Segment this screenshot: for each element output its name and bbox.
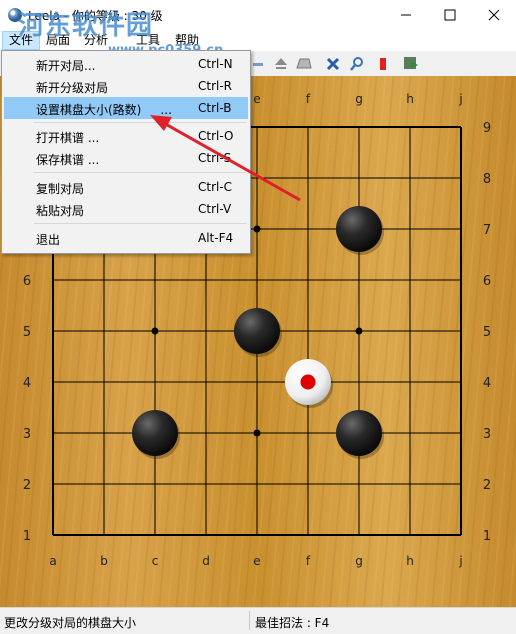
- row-label: 1: [483, 529, 491, 544]
- row-label: 3: [483, 427, 491, 442]
- column-label: f: [306, 554, 311, 568]
- menu-item-label: 保存棋谱 ...: [36, 153, 100, 167]
- menu-item-copy-game[interactable]: 复制对局 Ctrl-C: [4, 176, 248, 198]
- watermark: 河东软件园 www.pc0359.cn: [18, 5, 223, 58]
- minus-icon: [253, 62, 263, 66]
- row-label: 4: [483, 376, 491, 391]
- menu-item-shortcut: Ctrl-S: [198, 151, 232, 165]
- magnifier-icon: [350, 56, 363, 71]
- close-icon: [488, 9, 500, 21]
- star-point: [355, 327, 363, 335]
- maximize-button[interactable]: [428, 0, 472, 30]
- row-label: 4: [23, 376, 31, 391]
- column-label: e: [253, 92, 260, 106]
- row-label: 9: [483, 121, 491, 136]
- minus-button[interactable]: [248, 54, 268, 73]
- status-message: 更改分级对局的棋盘大小: [4, 616, 137, 630]
- menu-item-shortcut: Ctrl-V: [198, 202, 232, 216]
- eject-button[interactable]: [271, 54, 291, 73]
- menu-separator: [34, 223, 246, 224]
- star-point: [151, 327, 159, 335]
- menu-item-label: 打开棋谱 ...: [36, 131, 100, 145]
- row-label: 6: [483, 274, 491, 289]
- menu-item-label: 退出: [36, 233, 61, 247]
- menu-item-label: 新开对局...: [36, 59, 96, 73]
- eject-icon: [275, 57, 287, 69]
- row-label: 1: [23, 529, 31, 544]
- row-label: 8: [483, 172, 491, 187]
- menu-item-label: 粘贴对局: [36, 204, 85, 218]
- column-label: a: [49, 554, 56, 568]
- minimize-icon: [401, 14, 411, 16]
- last-move-marker: [300, 374, 316, 390]
- menu-item-label: 新开分级对局: [36, 81, 109, 95]
- column-label: g: [355, 92, 363, 106]
- eraser-icon: [296, 58, 312, 68]
- bookmark-icon: [380, 57, 386, 70]
- menu-item-shortcut: Ctrl-O: [198, 129, 234, 143]
- menu-item-label: 设置棋盘大小(路数) ...: [36, 103, 172, 117]
- menu-item-set-board-size[interactable]: 设置棋盘大小(路数) ... Ctrl-B: [4, 97, 248, 119]
- menu-item-label: 复制对局: [36, 182, 85, 196]
- row-label: 2: [483, 478, 491, 493]
- export-button[interactable]: [401, 54, 421, 73]
- maximize-icon: [444, 9, 456, 21]
- column-label: b: [100, 554, 108, 568]
- menu-item-shortcut: Ctrl-B: [198, 101, 232, 115]
- menu-item-exit[interactable]: 退出 Alt-F4: [4, 227, 248, 249]
- black-stone: [234, 308, 280, 354]
- row-label: 3: [23, 427, 31, 442]
- star-point: [253, 225, 261, 233]
- eraser-button[interactable]: [294, 54, 314, 73]
- menu-item-shortcut: Ctrl-N: [198, 57, 233, 71]
- column-label: j: [458, 554, 462, 568]
- watermark-text: 河东软件园: [18, 11, 154, 41]
- menu-item-shortcut: Alt-F4: [198, 231, 234, 245]
- row-label: 6: [23, 274, 31, 289]
- file-menu-dropdown: 新开对局... Ctrl-N 新开分级对局 Ctrl-R 设置棋盘大小(路数) …: [1, 50, 251, 254]
- column-label: e: [253, 554, 260, 568]
- best-move-status: 最佳招法 : F4: [255, 616, 330, 630]
- menu-item-shortcut: Ctrl-R: [198, 79, 233, 93]
- row-label: 5: [483, 325, 491, 340]
- menu-item-new-game[interactable]: 新开对局... Ctrl-N: [4, 53, 248, 75]
- row-label: 5: [23, 325, 31, 340]
- black-stone: [336, 206, 382, 252]
- black-stone: [336, 410, 382, 456]
- menu-item-open-sgf[interactable]: 打开棋谱 ... Ctrl-O: [4, 125, 248, 147]
- column-label: c: [152, 554, 159, 568]
- minimize-button[interactable]: [384, 0, 428, 30]
- column-label: f: [306, 92, 311, 106]
- black-stone: [132, 410, 178, 456]
- column-label: j: [458, 92, 462, 106]
- status-bar: 更改分级对局的棋盘大小 最佳招法 : F4: [0, 607, 516, 634]
- menu-item-new-rated-game[interactable]: 新开分级对局 Ctrl-R: [4, 75, 248, 97]
- row-label: 7: [483, 223, 491, 238]
- column-label: h: [406, 92, 414, 106]
- close-button[interactable]: [472, 0, 516, 30]
- column-label: h: [406, 554, 414, 568]
- menu-separator: [34, 172, 246, 173]
- star-point: [253, 429, 261, 437]
- menu-item-paste-game[interactable]: 粘贴对局 Ctrl-V: [4, 198, 248, 220]
- column-label: g: [355, 554, 363, 568]
- bookmark-button[interactable]: [373, 54, 393, 73]
- menu-separator: [34, 122, 246, 123]
- column-label: d: [202, 554, 210, 568]
- search-button[interactable]: [347, 54, 367, 73]
- menu-item-save-sgf[interactable]: 保存棋谱 ... Ctrl-S: [4, 147, 248, 169]
- row-label: 2: [23, 478, 31, 493]
- delete-button[interactable]: [323, 54, 343, 73]
- export-icon: [404, 56, 418, 69]
- cross-icon: [326, 57, 340, 70]
- status-divider: [249, 611, 250, 630]
- menu-item-shortcut: Ctrl-C: [198, 180, 233, 194]
